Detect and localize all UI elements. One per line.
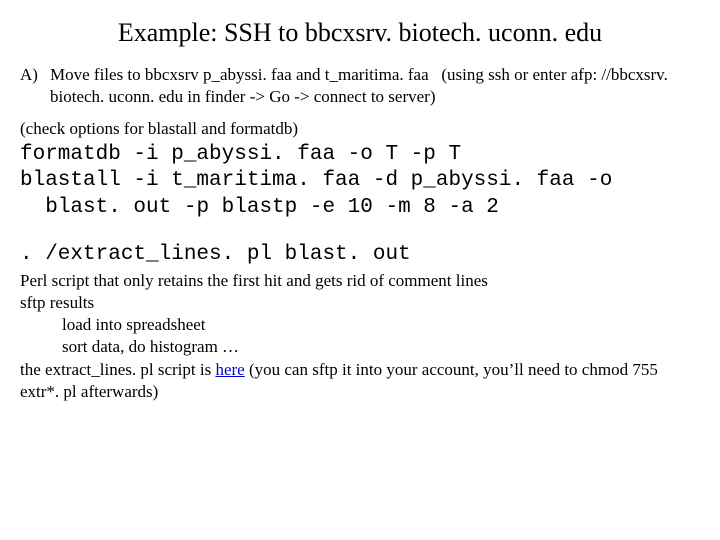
- here-link[interactable]: here: [215, 360, 244, 379]
- script-location-line: the extract_lines. pl script is here (yo…: [20, 359, 700, 403]
- load-spreadsheet: load into spreadsheet: [20, 314, 700, 336]
- step-a-body: Move files to bbcxsrv p_abyssi. faa and …: [50, 64, 700, 108]
- check-options-note: (check options for blastall and formatdb…: [20, 118, 700, 140]
- step-a-label: A): [20, 64, 50, 108]
- extract-command: . /extract_lines. pl blast. out: [20, 241, 700, 268]
- slide-title: Example: SSH to bbcxsrv. biotech. uconn.…: [20, 16, 700, 50]
- sort-histogram: sort data, do histogram …: [20, 336, 700, 358]
- perl-description: Perl script that only retains the first …: [20, 270, 700, 292]
- command-block: formatdb -i p_abyssi. faa -o T -p T blas…: [20, 142, 700, 221]
- script-line-pre: the extract_lines. pl script is: [20, 360, 215, 379]
- step-a: A) Move files to bbcxsrv p_abyssi. faa a…: [20, 64, 700, 108]
- sftp-results: sftp results: [20, 292, 700, 314]
